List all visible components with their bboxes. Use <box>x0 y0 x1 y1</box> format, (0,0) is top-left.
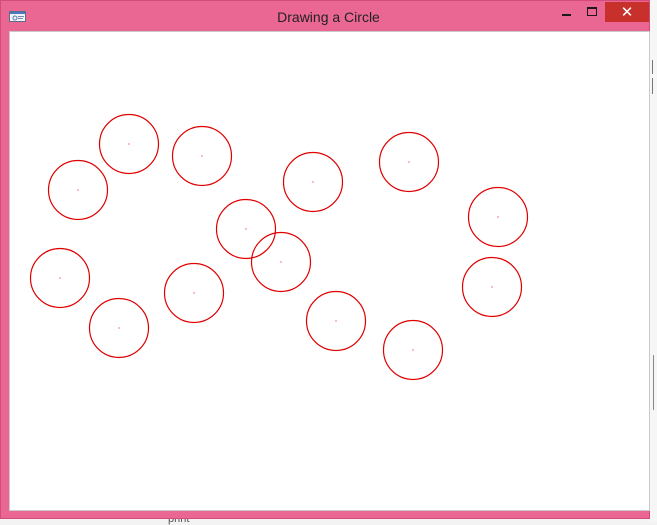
circle-center-dot <box>497 216 499 218</box>
circle-shape <box>98 113 160 175</box>
circle-shape <box>88 297 150 359</box>
circle-shape <box>163 262 225 324</box>
circle-center-dot <box>408 161 410 163</box>
circle-center-dot <box>245 228 247 230</box>
circle-shape <box>215 198 277 260</box>
circle-shape <box>282 151 344 213</box>
background-edge-mark <box>652 78 657 94</box>
minimize-button[interactable] <box>553 2 579 22</box>
circle-center-dot <box>412 349 414 351</box>
circle-shape <box>47 159 109 221</box>
circle-center-dot <box>128 143 130 145</box>
circle-shape <box>467 186 529 248</box>
background-edge-mark <box>652 60 657 74</box>
circle-shape <box>171 125 233 187</box>
circle-shape <box>250 231 312 293</box>
circle-center-dot <box>335 320 337 322</box>
circle-canvas[interactable] <box>10 32 649 510</box>
circle-center-dot <box>59 277 61 279</box>
circle-center-dot <box>491 286 493 288</box>
app-window: Drawing a Circle ✕ <box>0 0 650 519</box>
background-edge-mark <box>653 355 656 410</box>
circle-center-dot <box>312 181 314 183</box>
circle-shape <box>378 131 440 193</box>
minimize-icon <box>561 13 571 16</box>
drawing-canvas-area[interactable] <box>9 31 650 511</box>
circle-center-dot <box>280 261 282 263</box>
circle-shape <box>305 290 367 352</box>
circle-center-dot <box>193 292 195 294</box>
maximize-icon <box>587 6 597 16</box>
title-bar[interactable]: Drawing a Circle ✕ <box>1 1 649 31</box>
maximize-button[interactable] <box>579 2 605 22</box>
close-button[interactable]: ✕ <box>605 2 649 22</box>
close-icon: ✕ <box>620 3 634 21</box>
circle-shape <box>461 256 523 318</box>
circle-center-dot <box>118 327 120 329</box>
circle-shape <box>29 247 91 309</box>
circle-shape <box>382 319 444 381</box>
circle-center-dot <box>77 189 79 191</box>
circle-center-dot <box>201 155 203 157</box>
